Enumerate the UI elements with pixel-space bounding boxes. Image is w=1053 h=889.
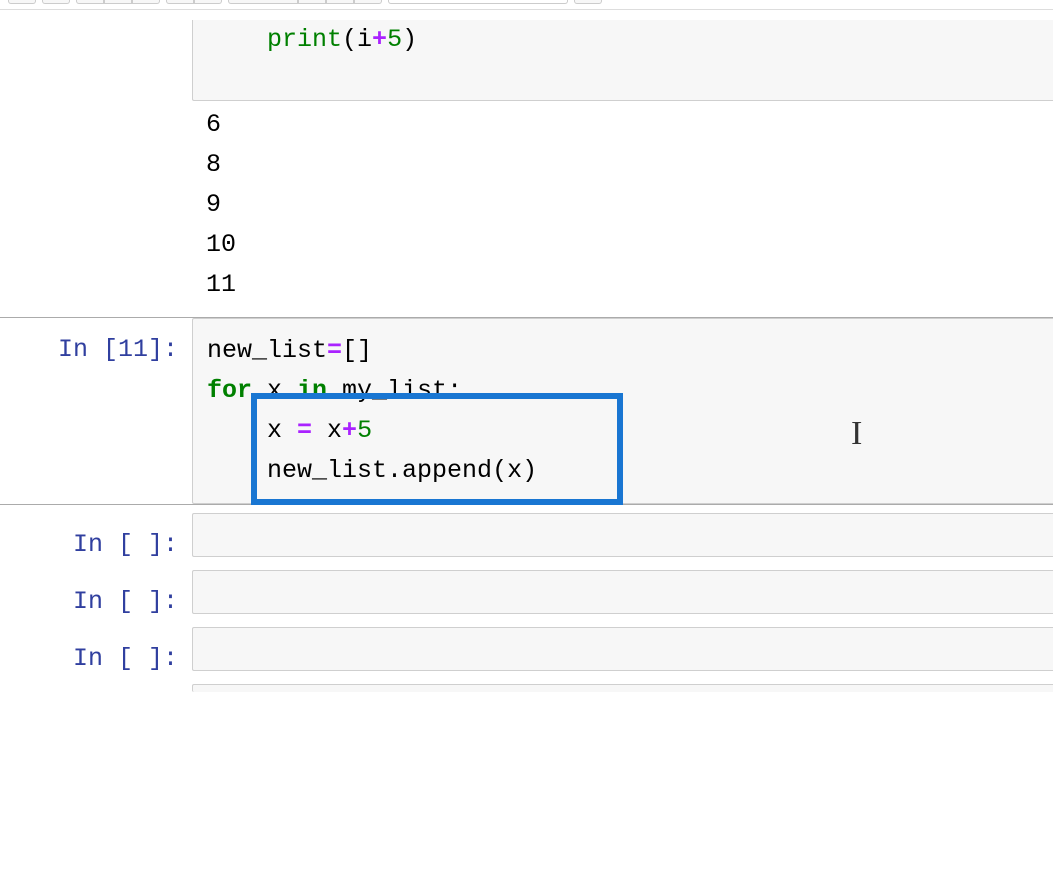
code-cell-empty: In [ ]: [0, 570, 1053, 619]
paste-button[interactable] [132, 0, 160, 4]
output-cell: 6 8 9 10 11 [0, 101, 1053, 309]
output-text: 6 8 9 10 11 [192, 101, 1053, 309]
code-cell-empty: In [ ]: [0, 513, 1053, 562]
code-cell-partial: print(i+5) [0, 20, 1053, 101]
code-cell-empty: In [ ]: [0, 627, 1053, 676]
cut-button[interactable] [76, 0, 104, 4]
prompt: In [ ]: [0, 570, 192, 619]
code-input[interactable] [192, 513, 1053, 557]
run-button[interactable] [228, 0, 298, 4]
celltype-select[interactable] [388, 0, 568, 4]
prompt: In [ ]: [0, 627, 192, 676]
command-palette-button[interactable] [574, 0, 602, 4]
code-input[interactable] [192, 627, 1053, 671]
code-input[interactable]: I new_list=[]for x in my_list: x = x+5 n… [192, 318, 1053, 504]
code-cell-partial-bottom [0, 684, 1053, 724]
text-cursor-icon: I [851, 417, 853, 447]
insert-cell-button[interactable] [42, 0, 70, 4]
code-cell: In [11]: I new_list=[]for x in my_list: … [0, 317, 1053, 505]
move-down-button[interactable] [194, 0, 222, 4]
prompt [0, 684, 192, 724]
code-input[interactable] [192, 570, 1053, 614]
restart-button[interactable] [326, 0, 354, 4]
interrupt-button[interactable] [298, 0, 326, 4]
prompt [0, 20, 192, 60]
code-input[interactable] [192, 684, 1053, 692]
restart-run-all-button[interactable] [354, 0, 382, 4]
copy-button[interactable] [104, 0, 132, 4]
move-up-button[interactable] [166, 0, 194, 4]
notebook-container: print(i+5) 6 8 9 10 11 In [11]: I new_li… [0, 10, 1053, 724]
save-button[interactable] [8, 0, 36, 4]
code-input[interactable]: print(i+5) [192, 20, 1053, 101]
prompt: In [11]: [0, 318, 192, 367]
prompt [0, 101, 192, 141]
prompt: In [ ]: [0, 513, 192, 562]
toolbar [0, 0, 1053, 10]
